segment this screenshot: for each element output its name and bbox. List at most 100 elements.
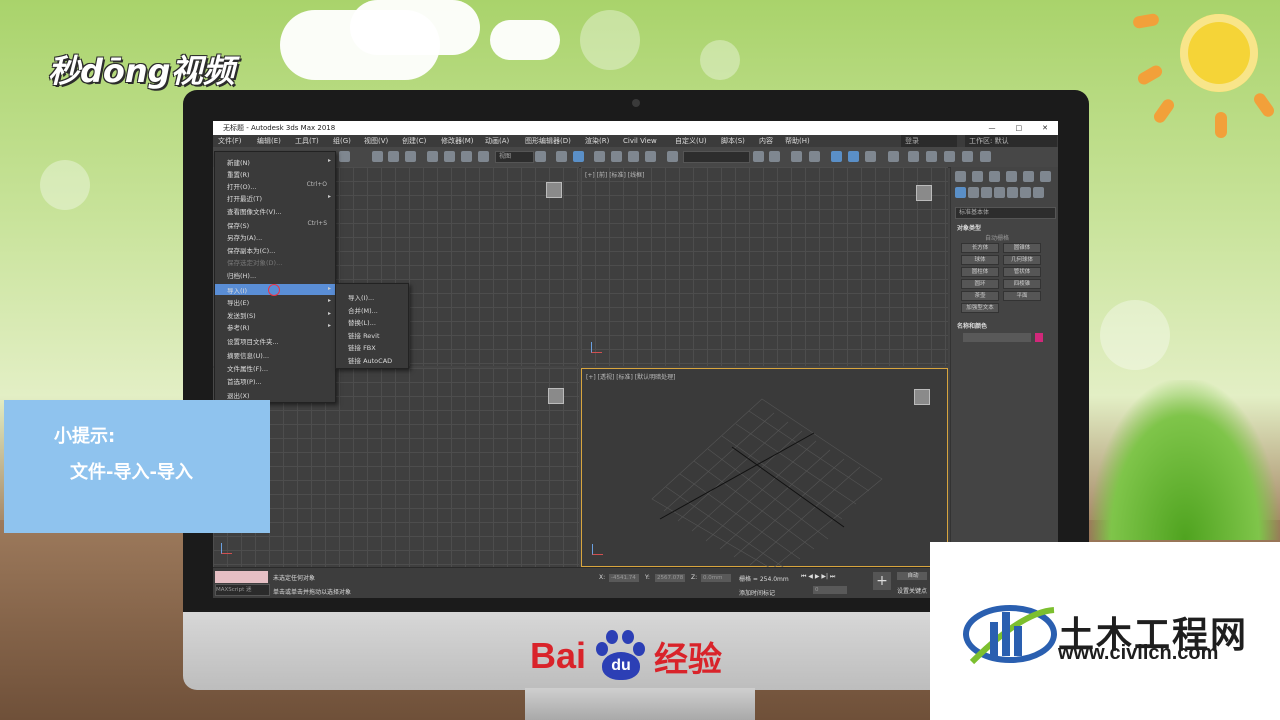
import-submenu-item[interactable]: 合并(M)... <box>348 305 378 315</box>
menu-content[interactable]: 内容 <box>759 135 773 147</box>
render-setup-icon[interactable] <box>908 151 919 162</box>
scale-icon[interactable] <box>461 151 472 162</box>
file-menu-item[interactable]: 打开(O)... Ctrl+O <box>215 180 335 191</box>
ribbon-toggle-icon[interactable] <box>831 151 842 162</box>
set-key-button[interactable]: 设置关键点 <box>897 586 927 595</box>
viewport-front[interactable]: [+] [前] [标准] [线框] <box>581 167 948 366</box>
file-menu-item[interactable]: 查看图像文件(V)... <box>215 205 335 216</box>
file-menu-item[interactable]: 保存选定对象(D)... <box>215 256 335 267</box>
frame-field[interactable]: 0 <box>813 586 847 594</box>
pivot-icon[interactable] <box>535 151 546 162</box>
file-menu-item[interactable]: 保存副本为(C)... <box>215 244 335 255</box>
file-menu-item[interactable]: 打开最近(T) ▸ <box>215 192 335 203</box>
file-menu-item[interactable]: 新建(N) ▸ <box>215 156 335 167</box>
viewport-perspective[interactable]: [+] [透视] [标准] [默认明暗处理] <box>581 368 948 568</box>
menu-create[interactable]: 创建(C) <box>402 135 426 147</box>
curve-editor-icon[interactable] <box>848 151 859 162</box>
lights-icon[interactable] <box>981 187 992 198</box>
import-submenu-item[interactable]: 链接 Revit <box>348 330 380 340</box>
teapot-button[interactable]: 茶壶 <box>961 291 999 301</box>
select-list-icon[interactable] <box>372 151 383 162</box>
move-icon[interactable] <box>427 151 438 162</box>
menu-tools[interactable]: 工具(T) <box>295 135 319 147</box>
menu-views[interactable]: 视图(V) <box>364 135 388 147</box>
y-coordinate-field[interactable]: 2567.078 <box>655 574 685 582</box>
file-menu-item[interactable]: 摘要信息(U)... <box>215 349 335 360</box>
textplus-button[interactable]: 加强型文本 <box>961 303 999 313</box>
menu-animation[interactable]: 动画(A) <box>485 135 509 147</box>
x-coordinate-field[interactable]: -4541.74 <box>609 574 639 582</box>
edit-named-selection-icon[interactable] <box>667 151 678 162</box>
import-submenu-item[interactable]: 链接 FBX <box>348 342 376 352</box>
keyboard-shortcut-toggle-icon[interactable] <box>573 151 584 162</box>
sphere-button[interactable]: 球体 <box>961 255 999 265</box>
file-menu-item[interactable]: 文件属性(F)... <box>215 362 335 373</box>
torus-button[interactable]: 圆环 <box>961 279 999 289</box>
import-submenu-item[interactable]: 导入(I)... <box>348 292 374 302</box>
file-menu-item[interactable]: 保存(S) Ctrl+S <box>215 219 335 230</box>
hierarchy-tab-icon[interactable] <box>989 171 1000 182</box>
menu-file[interactable]: 文件(F) <box>218 135 242 147</box>
z-coordinate-field[interactable]: 0.0mm <box>701 574 731 582</box>
create-key-button[interactable]: + <box>873 572 891 590</box>
scene-explorer-icon[interactable] <box>791 151 802 162</box>
cylinder-button[interactable]: 圆柱体 <box>961 267 999 277</box>
space-warps-icon[interactable] <box>1020 187 1031 198</box>
place-icon[interactable] <box>478 151 489 162</box>
mirror-icon[interactable] <box>753 151 764 162</box>
import-submenu-item[interactable]: 替换(L)... <box>348 317 376 327</box>
object-name-field[interactable] <box>963 333 1031 342</box>
file-menu-item[interactable]: 导出(E) ▸ <box>215 296 335 307</box>
add-time-tag[interactable]: 添加时间标记 <box>739 588 775 597</box>
create-tab-icon[interactable] <box>955 171 966 182</box>
import-submenu-item[interactable]: 链接 AutoCAD <box>348 355 392 365</box>
named-selection-set-dropdown[interactable] <box>683 151 750 163</box>
minimize-button[interactable]: — <box>989 121 996 135</box>
viewport-front-label[interactable]: [+] [前] [标准] [线框] <box>585 170 644 179</box>
pyramid-button[interactable]: 四棱锥 <box>1003 279 1041 289</box>
motion-tab-icon[interactable] <box>1006 171 1017 182</box>
auto-key-button[interactable]: 自动 <box>897 572 927 580</box>
systems-icon[interactable] <box>1033 187 1044 198</box>
layer-explorer-icon[interactable] <box>809 151 820 162</box>
shapes-icon[interactable] <box>968 187 979 198</box>
undo-icon[interactable] <box>339 151 350 162</box>
menu-modifiers[interactable]: 修改器(M) <box>441 135 474 147</box>
select-manipulate-icon[interactable] <box>556 151 567 162</box>
display-tab-icon[interactable] <box>1023 171 1034 182</box>
menu-customize[interactable]: 自定义(U) <box>675 135 707 147</box>
reference-coordinate-dropdown[interactable]: 视图 <box>495 151 534 163</box>
menu-help[interactable]: 帮助(H) <box>785 135 810 147</box>
menu-rendering[interactable]: 渲染(R) <box>585 135 609 147</box>
file-menu-item[interactable]: 退出(X) <box>215 389 335 400</box>
angle-snap-icon[interactable] <box>611 151 622 162</box>
cone-button[interactable]: 圆锥体 <box>1003 243 1041 253</box>
viewcube-icon[interactable] <box>914 389 930 405</box>
percent-snap-icon[interactable] <box>628 151 639 162</box>
modify-tab-icon[interactable] <box>972 171 983 182</box>
render-icon[interactable] <box>944 151 955 162</box>
menu-scripting[interactable]: 脚本(S) <box>721 135 745 147</box>
viewcube-icon[interactable] <box>916 185 932 201</box>
cameras-icon[interactable] <box>994 187 1005 198</box>
plane-button[interactable]: 平面 <box>1003 291 1041 301</box>
material-editor-icon[interactable] <box>888 151 899 162</box>
signin-field[interactable]: 登录 <box>901 135 957 147</box>
file-menu-item[interactable]: 另存为(A)... <box>215 231 335 242</box>
maxscript-listener[interactable] <box>215 571 268 583</box>
menu-group[interactable]: 组(G) <box>333 135 351 147</box>
helpers-icon[interactable] <box>1007 187 1018 198</box>
file-menu-item[interactable]: 首选项(P)... <box>215 375 335 386</box>
workspace-selector[interactable]: 工作区: 默认 <box>965 135 1057 147</box>
render-gallery-icon[interactable] <box>980 151 991 162</box>
file-menu-item[interactable]: 归档(H)... <box>215 269 335 280</box>
spinner-snap-icon[interactable] <box>645 151 656 162</box>
rotate-icon[interactable] <box>444 151 455 162</box>
object-category-dropdown[interactable]: 标准基本体 <box>955 207 1056 219</box>
viewcube-icon[interactable] <box>548 388 564 404</box>
rendered-frame-icon[interactable] <box>926 151 937 162</box>
file-menu-item[interactable]: 重置(R) <box>215 168 335 179</box>
file-menu-item[interactable]: 发送到(S) ▸ <box>215 309 335 320</box>
utilities-tab-icon[interactable] <box>1040 171 1051 182</box>
autogrid-checkbox[interactable]: 自动栅格 <box>985 233 1009 242</box>
